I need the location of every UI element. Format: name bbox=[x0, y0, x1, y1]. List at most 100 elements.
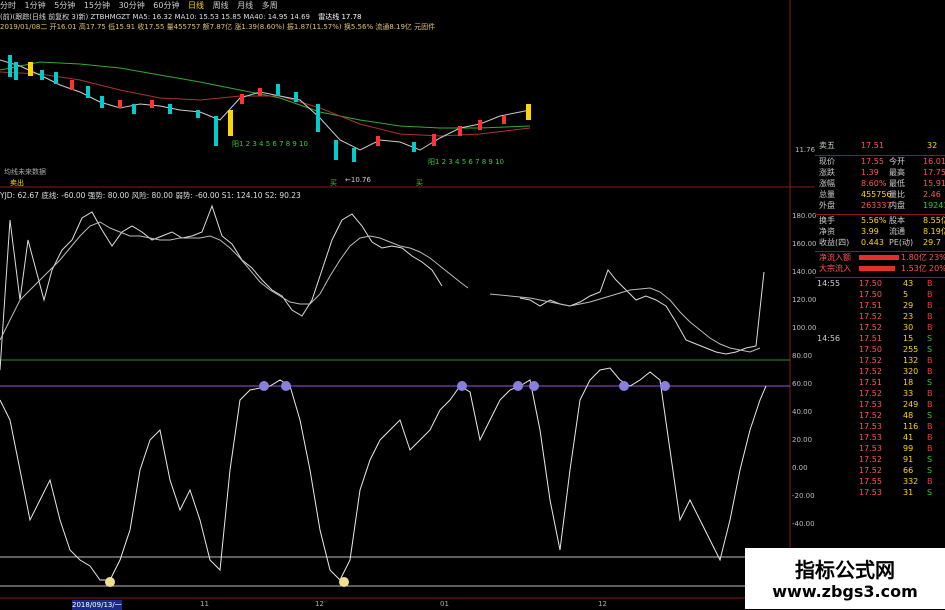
tick-volume: 66 bbox=[903, 466, 914, 475]
quote-row: 总量 455756 量比 2.46 bbox=[815, 189, 945, 200]
signal-markers bbox=[105, 381, 670, 587]
axis-tick: -20.00 bbox=[792, 492, 815, 500]
tick-row: 17.52 66 S bbox=[815, 465, 945, 476]
candle bbox=[132, 104, 136, 114]
tick-side: B bbox=[927, 389, 933, 398]
tick-row: 17.52 91 S bbox=[815, 454, 945, 465]
candle bbox=[86, 86, 90, 98]
tick-price: 17.50 bbox=[859, 279, 882, 288]
tick-side: S bbox=[927, 488, 933, 497]
indicator-header: YJD: 62.67 底线: -60.00 强势: 80.00 风险: 80.0… bbox=[0, 190, 800, 202]
candle bbox=[150, 100, 154, 108]
tick-side: S bbox=[927, 378, 933, 387]
quote-row: 换手 5.56% 股本 8.55亿 bbox=[815, 215, 945, 226]
tick-volume: 332 bbox=[903, 477, 919, 486]
sell5-row: 卖五 17.51 32 bbox=[815, 140, 945, 151]
ma-line-mid bbox=[0, 71, 531, 137]
quote-row: 涨幅 8.60% 最低 15.91 bbox=[815, 178, 945, 189]
candle bbox=[316, 104, 320, 132]
axis-tick: 100.00 bbox=[792, 324, 817, 332]
tick-volume: 255 bbox=[903, 345, 919, 354]
candle bbox=[14, 62, 18, 80]
tick-row: 17.53 249 B bbox=[815, 399, 945, 410]
indicator-yjd-line bbox=[0, 367, 767, 581]
candle bbox=[228, 110, 233, 136]
flow-label: 净流入额 bbox=[819, 253, 851, 262]
price-axis-label: 11.76 bbox=[795, 146, 815, 154]
candle bbox=[100, 96, 104, 108]
tick-list[interactable]: 14:55 17.50 43 B 17.50 5 B 17.51 29 B 17.52 23 B 17.5… bbox=[815, 278, 945, 498]
quote-value: 29.7 bbox=[923, 238, 941, 247]
candle bbox=[352, 148, 356, 162]
candle bbox=[432, 134, 436, 146]
tick-row: 17.50 5 B bbox=[815, 289, 945, 300]
candle bbox=[118, 100, 122, 108]
quote-row: 外盘 263337内盘 192419 bbox=[815, 200, 945, 211]
tick-row: 17.52 33 B bbox=[815, 388, 945, 399]
tick-side: S bbox=[927, 455, 933, 464]
tick-time: 14:55 bbox=[817, 279, 841, 288]
tick-price: 17.52 bbox=[859, 367, 882, 376]
axis-tick: -40.00 bbox=[792, 520, 815, 528]
indicator-s2-line-right bbox=[489, 287, 761, 353]
sell-signal-icon bbox=[660, 381, 670, 391]
candle bbox=[54, 72, 58, 84]
date-axis-tick: 12 bbox=[315, 600, 324, 608]
axis-tick: 80.00 bbox=[792, 352, 813, 360]
tick-row: 17.52 320 B bbox=[815, 366, 945, 377]
watermark-title: 指标公式网 bbox=[795, 558, 895, 582]
candle bbox=[458, 126, 462, 136]
date-axis: 2018/09/13/一 11 12 01 12 bbox=[0, 600, 760, 610]
tick-volume: 5 bbox=[903, 290, 909, 299]
axis-tick: 120.00 bbox=[792, 296, 817, 304]
indicator-axis: 180.00 160.00 140.00 120.00 100.00 80.00… bbox=[792, 212, 817, 542]
tick-side: B bbox=[927, 323, 933, 332]
flow-pct: 20% bbox=[929, 264, 945, 273]
quote-row: 涨跌 1.39 最高 17.75 bbox=[815, 167, 945, 178]
tick-price: 17.50 bbox=[859, 345, 882, 354]
watermark-url: www.zbgs3.com bbox=[772, 582, 918, 601]
quote-row: 收益(四) 0.443 PE(动) 29.7 bbox=[815, 237, 945, 248]
sell-signal-icon bbox=[281, 381, 291, 391]
buy-label-2: 买 bbox=[416, 179, 423, 187]
tick-price: 17.52 bbox=[859, 411, 882, 420]
tick-side: B bbox=[927, 356, 933, 365]
tick-row: 17.53 41 B bbox=[815, 432, 945, 443]
tick-volume: 99 bbox=[903, 444, 914, 453]
tick-volume: 91 bbox=[903, 455, 914, 464]
tick-price: 17.53 bbox=[859, 400, 882, 409]
sell-label: 卖出 bbox=[10, 178, 24, 187]
tick-volume: 132 bbox=[903, 356, 919, 365]
kline-chart[interactable]: 阳1 2 3 4 5 6 7 8 9 10 阳1 2 3 4 5 6 7 8 9… bbox=[0, 0, 815, 609]
axis-tick: 0.00 bbox=[792, 464, 808, 472]
quote-label: 量比 bbox=[889, 190, 905, 199]
quote-label: 股本 bbox=[889, 216, 905, 225]
ma-line-fast bbox=[0, 59, 531, 151]
buy-signal-icon bbox=[105, 577, 115, 587]
tick-side: S bbox=[927, 466, 933, 475]
tick-price: 17.52 bbox=[859, 455, 882, 464]
quote-label: 现价 bbox=[819, 157, 835, 166]
tick-time: 14:56 bbox=[817, 334, 841, 343]
tick-side: B bbox=[927, 433, 933, 442]
candle bbox=[40, 70, 44, 80]
flow-row: 净流入额 1.80亿23% bbox=[815, 252, 945, 263]
date-axis-tick: 12 bbox=[598, 600, 607, 608]
quote-value: 17.55 bbox=[861, 157, 884, 166]
tick-price: 17.52 bbox=[859, 356, 882, 365]
quote-value: 15.91 bbox=[923, 179, 945, 188]
candle bbox=[240, 94, 244, 104]
flow-bar bbox=[859, 266, 895, 271]
candle bbox=[478, 120, 482, 130]
sell-signal-icon bbox=[513, 381, 523, 391]
tick-row: 17.53 116 B bbox=[815, 421, 945, 432]
quote-label: PE(动) bbox=[889, 238, 914, 247]
tick-volume: 23 bbox=[903, 312, 914, 321]
candle bbox=[168, 104, 172, 114]
candle bbox=[412, 142, 416, 152]
candle bbox=[214, 116, 218, 146]
buy-signal-icon bbox=[339, 577, 349, 587]
quote-value: 455756 bbox=[861, 190, 892, 199]
candle bbox=[70, 80, 74, 90]
date-axis-tick: 01 bbox=[440, 600, 449, 608]
